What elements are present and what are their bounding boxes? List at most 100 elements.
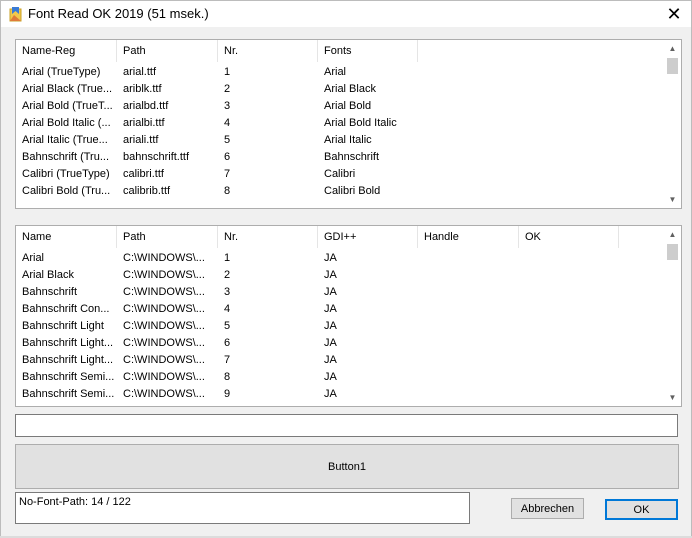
- list-cell: Arial Black: [324, 83, 376, 95]
- list-cell: C:\WINDOWS\...: [123, 252, 205, 264]
- window-title: Font Read OK 2019 (51 msek.): [28, 6, 209, 21]
- list-cell: arial.ttf: [123, 66, 157, 78]
- list-cell: [418, 284, 519, 301]
- button1-label: Button1: [328, 460, 366, 473]
- ok-button-label: OK: [633, 503, 650, 516]
- list-cell: C:\WINDOWS\...: [123, 269, 205, 281]
- list-item[interactable]: Arial Black (True... ariblk.ttf 2 Arial Bla…: [16, 81, 664, 98]
- text-input[interactable]: [15, 414, 678, 437]
- list-item[interactable]: Calibri Bold (Tru... calibrib.ttf 8 Calibri…: [16, 183, 664, 200]
- list-cell: Arial Italic (True...: [22, 134, 108, 146]
- list-cell: [519, 284, 619, 301]
- list-cell: C:\WINDOWS\...: [123, 371, 205, 383]
- list-cell: 7: [224, 168, 231, 180]
- scroll-thumb[interactable]: [667, 58, 678, 74]
- list-cell: Arial Bold Italic (...: [22, 117, 111, 129]
- list-cell: JA: [324, 252, 337, 264]
- list-cell: JA: [324, 388, 337, 400]
- list-cell: Arial Black: [22, 269, 74, 281]
- close-icon: ✕: [666, 3, 682, 24]
- cancel-button[interactable]: Abbrechen: [511, 498, 584, 519]
- list-cell: Bahnschrift Light...: [22, 337, 114, 349]
- list-cell: Bahnschrift Semi...: [22, 388, 115, 400]
- list-cell: C:\WINDOWS\...: [123, 354, 205, 366]
- list-cell: C:\WINDOWS\...: [123, 337, 205, 349]
- list-cell: Arial Bold: [324, 100, 372, 112]
- list-cell: 5: [224, 134, 231, 146]
- list-item[interactable]: Bahnschrift C:\WINDOWS\... 3 JA: [16, 284, 664, 301]
- list-cell: Calibri: [324, 168, 356, 180]
- list-item[interactable]: Bahnschrift (Tru... bahnschrift.ttf 6 Bahns…: [16, 149, 664, 166]
- app-folder-icon: [9, 7, 22, 22]
- column-header-name[interactable]: Name: [16, 226, 117, 248]
- list-cell: 5: [224, 320, 231, 332]
- list-item[interactable]: Bahnschrift Semi... C:\WINDOWS\... 8 JA: [16, 369, 664, 386]
- list-item[interactable]: Arial Bold Italic (... arialbi.ttf 4 Arial …: [16, 115, 664, 132]
- list-cell: [519, 369, 619, 386]
- list-item[interactable]: Calibri (TrueType) calibri.ttf 7 Calibri: [16, 166, 664, 183]
- list-cell: [418, 369, 519, 386]
- scroll-up-arrow-icon[interactable]: ▲: [664, 226, 681, 243]
- list-item[interactable]: Arial Italic (True... ariali.ttf 5 Arial It…: [16, 132, 664, 149]
- list-cell: 6: [224, 151, 231, 163]
- list-cell: arialbi.ttf: [123, 117, 165, 129]
- status-text: No-Font-Path: 14 / 122: [19, 496, 131, 508]
- list-cell: C:\WINDOWS\...: [123, 303, 205, 315]
- list-body: Arial (TrueType) arial.ttf 1 Arial Arial Bla…: [16, 64, 664, 208]
- list-cell: [519, 352, 619, 369]
- column-header-path[interactable]: Path: [117, 40, 218, 62]
- list-cell: [418, 318, 519, 335]
- list-cell: Bahnschrift Semi...: [22, 371, 115, 383]
- list-cell: Arial: [324, 66, 347, 78]
- list-cell: 2: [224, 83, 231, 95]
- list-item[interactable]: Arial C:\WINDOWS\... 1 JA: [16, 250, 664, 267]
- column-header-path[interactable]: Path: [117, 226, 218, 248]
- list-header: Name Path Nr. GDI++ Handle OK: [16, 226, 664, 248]
- list-cell: Arial Bold (TrueT...: [22, 100, 113, 112]
- list-cell: Bahnschrift Light...: [22, 354, 114, 366]
- column-header-ok[interactable]: OK: [519, 226, 619, 248]
- column-header-nr[interactable]: Nr.: [218, 40, 318, 62]
- column-header-handle[interactable]: Handle: [418, 226, 519, 248]
- list-cell: 4: [224, 303, 231, 315]
- list-cell: Calibri (TrueType): [22, 168, 110, 180]
- status-text-box[interactable]: No-Font-Path: 14 / 122: [15, 492, 470, 524]
- button1[interactable]: Button1: [15, 444, 679, 489]
- column-header-fonts[interactable]: Fonts: [318, 40, 418, 62]
- list-item[interactable]: Bahnschrift Con... C:\WINDOWS\... 4 JA: [16, 301, 664, 318]
- list-item[interactable]: Arial Black C:\WINDOWS\... 2 JA: [16, 267, 664, 284]
- list-cell: 8: [224, 185, 231, 197]
- scroll-down-arrow-icon[interactable]: ▼: [664, 389, 681, 406]
- list-item[interactable]: Bahnschrift Light C:\WINDOWS\... 5 JA: [16, 318, 664, 335]
- font-registry-list[interactable]: Name-Reg Path Nr. Fonts Arial (TrueType)…: [15, 39, 682, 209]
- vertical-scrollbar[interactable]: ▲ ▼: [664, 226, 681, 406]
- list-item[interactable]: Arial (TrueType) arial.ttf 1 Arial: [16, 64, 664, 81]
- list-item[interactable]: Arial Bold (TrueT... arialbd.ttf 3 Arial Bo…: [16, 98, 664, 115]
- list-cell: Bahnschrift (Tru...: [22, 151, 110, 163]
- list-cell: Calibri Bold (Tru...: [22, 185, 111, 197]
- scroll-up-arrow-icon[interactable]: ▲: [664, 40, 681, 57]
- list-cell: JA: [324, 337, 337, 349]
- installed-fonts-list[interactable]: Name Path Nr. GDI++ Handle OK Arial C:\WI…: [15, 225, 682, 407]
- list-cell: JA: [324, 303, 337, 315]
- column-header-name-reg[interactable]: Name-Reg: [16, 40, 117, 62]
- close-button[interactable]: ✕: [657, 1, 691, 27]
- list-cell: calibrib.ttf: [123, 185, 171, 197]
- column-header-gdi[interactable]: GDI++: [318, 226, 418, 248]
- column-header-nr[interactable]: Nr.: [218, 226, 318, 248]
- ok-button[interactable]: OK: [605, 499, 678, 520]
- list-cell: [418, 267, 519, 284]
- dialog-window: Font Read OK 2019 (51 msek.) ✕ Name-Reg …: [0, 0, 692, 538]
- list-cell: [418, 250, 519, 267]
- list-item[interactable]: Bahnschrift Semi... C:\WINDOWS\... 9 JA: [16, 386, 664, 403]
- list-cell: C:\WINDOWS\...: [123, 388, 205, 400]
- list-cell: Bahnschrift Light: [22, 320, 104, 332]
- list-item[interactable]: Bahnschrift Light... C:\WINDOWS\... 7 JA: [16, 352, 664, 369]
- title-bar: Font Read OK 2019 (51 msek.) ✕: [1, 1, 691, 27]
- list-cell: [519, 267, 619, 284]
- list-item[interactable]: Bahnschrift Light... C:\WINDOWS\... 6 JA: [16, 335, 664, 352]
- vertical-scrollbar[interactable]: ▲ ▼: [664, 40, 681, 208]
- scroll-thumb[interactable]: [667, 244, 678, 260]
- scroll-down-arrow-icon[interactable]: ▼: [664, 191, 681, 208]
- list-cell: Calibri Bold: [324, 185, 381, 197]
